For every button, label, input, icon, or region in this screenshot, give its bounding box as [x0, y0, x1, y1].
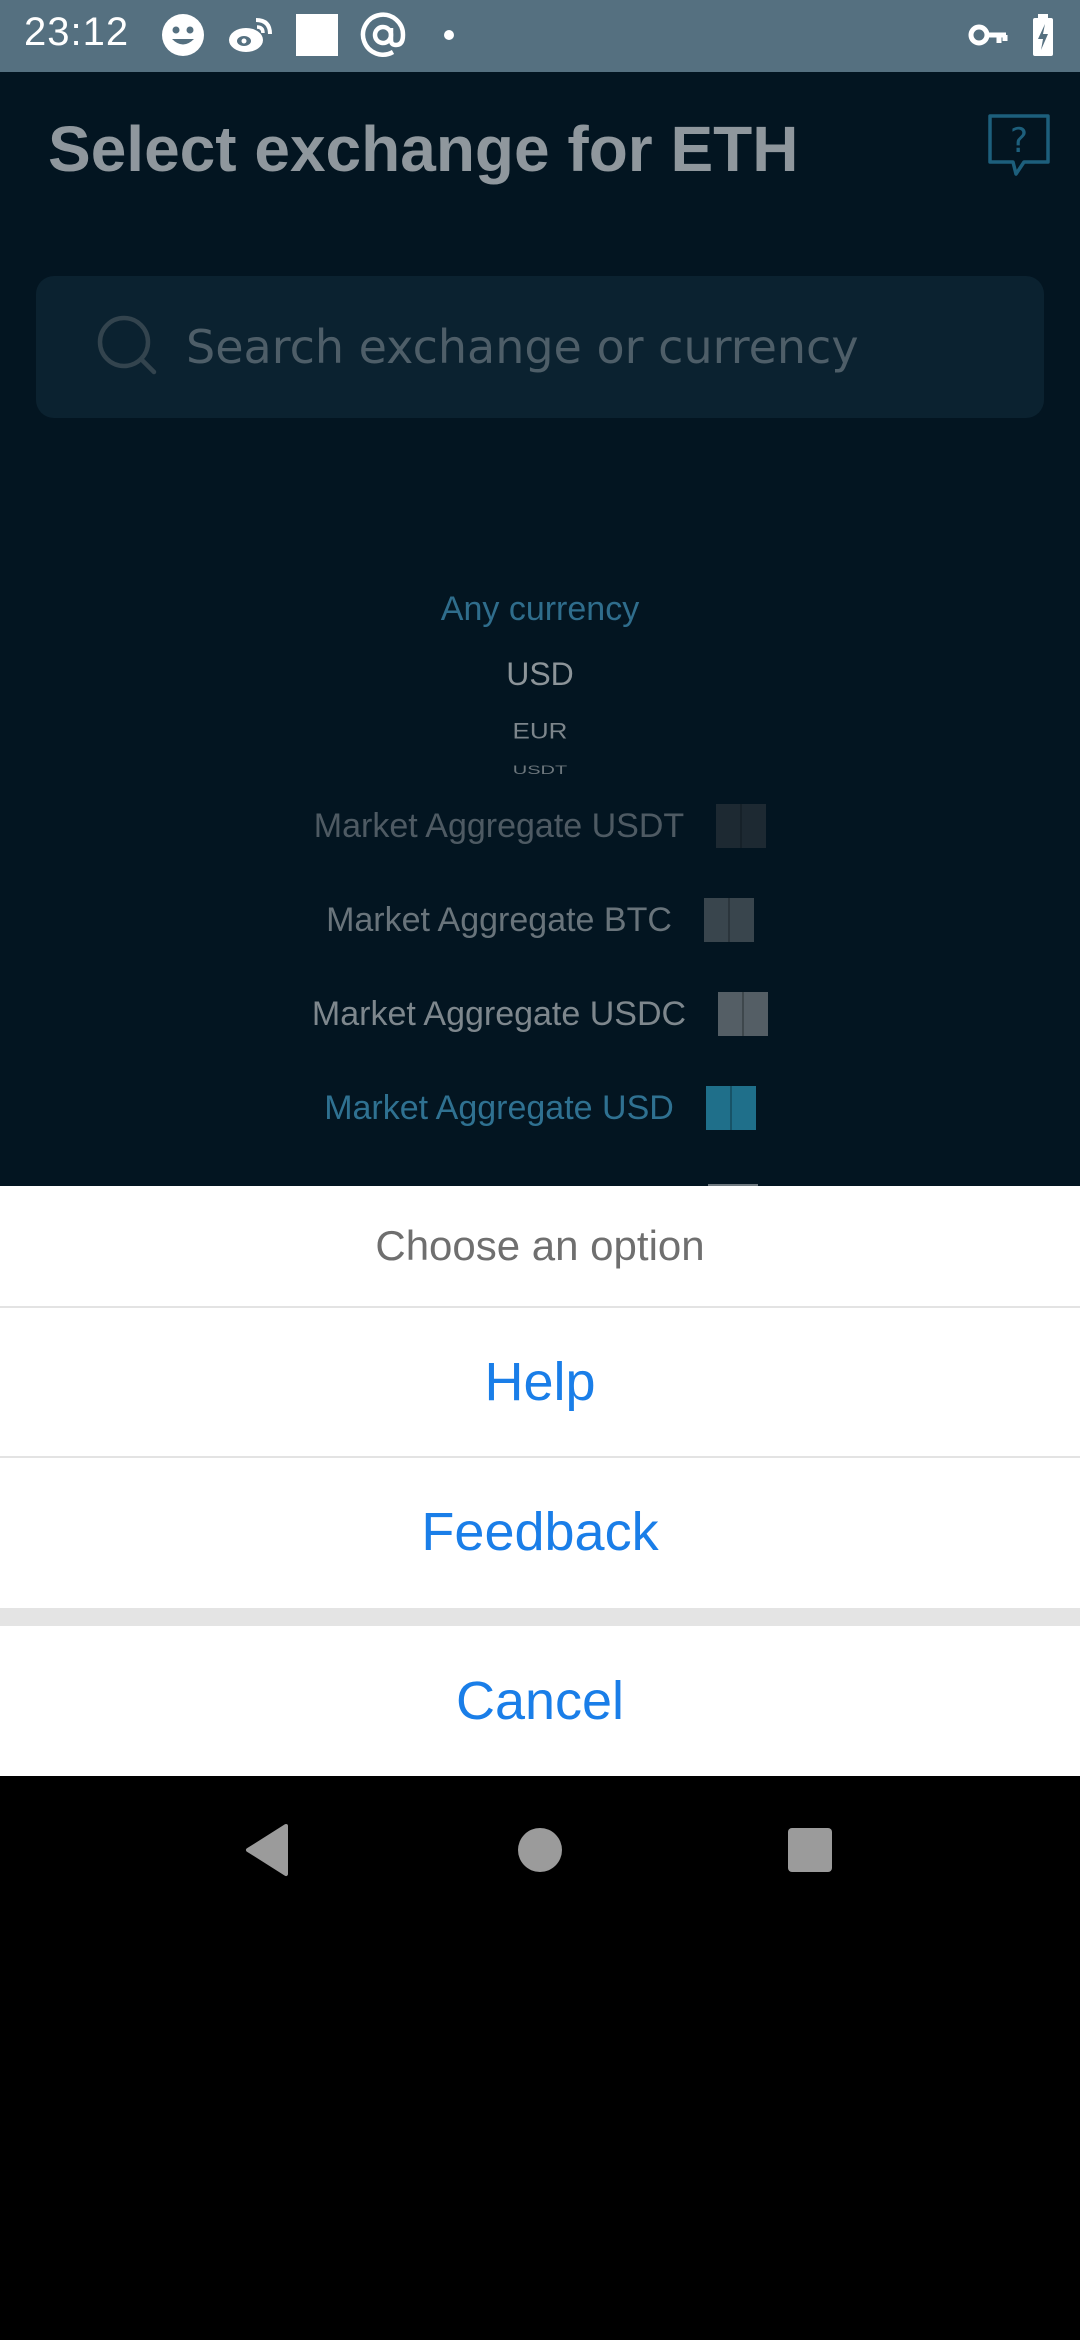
smiley-icon	[162, 14, 204, 56]
at-sign-icon	[360, 12, 406, 57]
search-bar[interactable]	[36, 276, 1044, 418]
sheet-title: Choose an option	[0, 1186, 1080, 1308]
market-label: Market Aggregate USDT	[313, 806, 685, 845]
market-color-swatch	[705, 1086, 756, 1130]
market-color-swatch	[718, 992, 769, 1036]
weibo-icon	[229, 18, 272, 52]
market-label: Market Aggregate USD	[324, 1088, 674, 1127]
navigation-bar	[0, 1776, 1080, 1920]
currency-option-usd[interactable]: USD	[0, 656, 1080, 693]
sheet-divider	[0, 1608, 1080, 1626]
market-color-swatch	[703, 898, 754, 942]
market-color-swatch	[716, 804, 767, 848]
currency-option-eur[interactable]: EUR	[0, 718, 1080, 744]
search-icon	[97, 315, 157, 375]
page-title: Select exchange for ETH	[48, 113, 799, 185]
svg-text:?: ?	[1010, 121, 1028, 161]
feedback-button[interactable]: Feedback	[0, 1458, 1080, 1606]
help-button[interactable]: Help	[0, 1308, 1080, 1458]
back-icon[interactable]	[240, 1822, 296, 1878]
recents-icon[interactable]	[782, 1822, 838, 1878]
question-message-icon[interactable]: ?	[986, 112, 1052, 178]
market-row[interactable]: Market Aggregate USDT	[0, 796, 1080, 856]
market-row[interactable]: Market Aggregate USD	[0, 1078, 1080, 1138]
search-input[interactable]	[184, 310, 1008, 384]
battery-charging-icon	[1033, 14, 1053, 56]
status-time: 23:12	[24, 10, 130, 54]
market-label: Market Aggregate BTC	[326, 900, 672, 939]
currency-option-any[interactable]: Any currency	[0, 590, 1080, 629]
market-row[interactable]: Market Aggregate USDC	[0, 984, 1080, 1044]
market-label: Market Aggregate USDC	[311, 994, 687, 1033]
options-sheet: Choose an option Help Feedback Cancel	[0, 1186, 1080, 1776]
market-row[interactable]: Market Aggregate BTC	[0, 890, 1080, 950]
currency-option-usdt[interactable]: USDT	[0, 764, 1080, 775]
home-icon[interactable]	[512, 1822, 568, 1878]
exchange-screen: Select exchange for ETH ? Any currency U…	[0, 72, 1080, 1186]
key-icon	[968, 24, 1008, 46]
dot-icon	[444, 30, 454, 40]
square-icon	[296, 14, 338, 56]
cancel-button[interactable]: Cancel	[0, 1626, 1080, 1776]
status-bar: 23:12	[0, 0, 1080, 72]
